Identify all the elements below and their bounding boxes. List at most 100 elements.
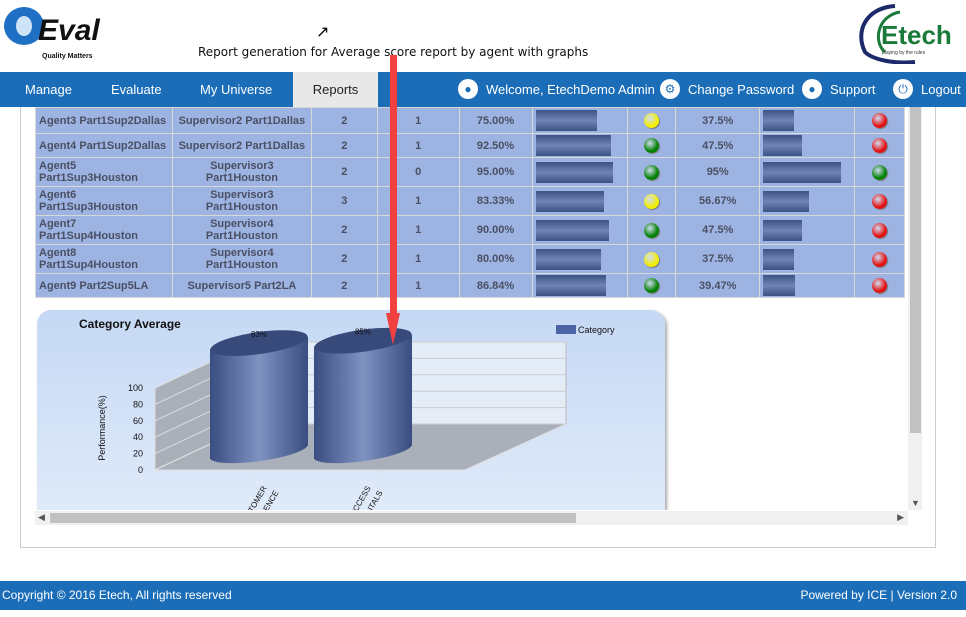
score-bar bbox=[535, 219, 610, 241]
nav-evaluate[interactable]: Evaluate bbox=[111, 72, 162, 107]
table-row: Agent9 Part2Sup5LA Supervisor5 Part2LA 2… bbox=[35, 273, 906, 298]
status-dot-red bbox=[871, 138, 887, 153]
agent-cell: Agent9 Part2Sup5LA bbox=[35, 273, 173, 298]
category-bar-cell bbox=[759, 157, 855, 187]
svg-text:playing by the rules: playing by the rules bbox=[882, 50, 926, 56]
score-status-cell bbox=[627, 244, 677, 274]
score-bar-cell bbox=[531, 107, 629, 134]
bar-cylinder bbox=[209, 337, 308, 464]
agent-score-table: Agent3 Part1Sup2Dallas Supervisor2 Part1… bbox=[35, 107, 906, 298]
category-bar-cell bbox=[759, 107, 855, 134]
category-bar-cell bbox=[759, 215, 855, 245]
supervisor-cell: Supervisor4 Part1Houston bbox=[171, 215, 312, 245]
score-bar bbox=[535, 161, 614, 183]
bar-cylinder bbox=[313, 334, 412, 464]
score-cell: 95.00% bbox=[458, 157, 533, 187]
support-icon: ● bbox=[802, 79, 822, 100]
score-cell: 75.00% bbox=[458, 107, 533, 134]
score-status-cell bbox=[627, 186, 677, 216]
count-cell: 3 bbox=[310, 186, 378, 216]
status-dot-green bbox=[644, 164, 660, 180]
power-icon: ⏻ bbox=[893, 79, 913, 100]
table-row: Agent6 Part1Sup3Houston Supervisor3 Part… bbox=[35, 186, 906, 216]
nav-manage[interactable]: Manage bbox=[25, 72, 72, 107]
y-tick-label: 20 bbox=[133, 449, 143, 459]
category-score-cell: 95% bbox=[675, 157, 761, 187]
category-status-cell bbox=[853, 157, 906, 187]
status-dot-red bbox=[871, 113, 887, 128]
category-bar-cell bbox=[759, 273, 855, 298]
welcome-user[interactable]: ● Welcome, EtechDemo Admin bbox=[458, 72, 655, 107]
category-bar-cell bbox=[759, 186, 855, 216]
scroll-right-arrow-icon[interactable]: ▶ bbox=[897, 512, 904, 523]
status-dot-green bbox=[644, 138, 660, 153]
main-nav: Manage Evaluate My Universe Reports ● Wel… bbox=[0, 72, 966, 107]
horizontal-scrollbar[interactable]: ◀ ▶ bbox=[35, 511, 908, 525]
agent-cell: Agent8 Part1Sup4Houston bbox=[35, 244, 173, 274]
supervisor-cell: Supervisor4 Part1Houston bbox=[171, 244, 312, 274]
category-status-cell bbox=[853, 186, 906, 216]
scroll-down-arrow-icon[interactable]: ▼ bbox=[911, 498, 920, 508]
report-scroll-area: Agent3 Part1Sup2Dallas Supervisor2 Part1… bbox=[35, 107, 908, 510]
score-bar bbox=[535, 110, 597, 131]
status-dot-red bbox=[871, 251, 887, 267]
category-bar bbox=[763, 135, 802, 156]
scroll-left-arrow-icon[interactable]: ◀ bbox=[38, 512, 45, 523]
chart-svg: 0 20 40 60 80 100 Performance(%) Category Avera… bbox=[79, 317, 615, 510]
score-cell: 90.00% bbox=[458, 215, 533, 245]
score-bar-cell bbox=[531, 186, 629, 216]
category-status-cell bbox=[853, 244, 906, 274]
status-dot-yellow bbox=[644, 251, 660, 267]
horizontal-scroll-thumb[interactable] bbox=[50, 513, 576, 523]
copyright: Copyright © 2016 Etech, All rights reser… bbox=[2, 588, 232, 602]
category-status-cell bbox=[853, 273, 906, 298]
agent-cell: Agent6 Part1Sup3Houston bbox=[35, 186, 173, 216]
vertical-scroll-thumb[interactable] bbox=[910, 107, 921, 433]
score-cell: 92.50% bbox=[458, 133, 533, 158]
supervisor-cell: Supervisor2 Part1Dallas bbox=[171, 133, 312, 158]
chart-title: Category Average bbox=[79, 317, 181, 331]
table-row: Agent7 Part1Sup4Houston Supervisor4 Part… bbox=[35, 215, 906, 245]
category-bar bbox=[763, 161, 841, 183]
user-icon: ● bbox=[458, 79, 478, 100]
supervisor-cell: Supervisor5 Part2LA bbox=[171, 273, 312, 298]
category-status-cell bbox=[853, 107, 906, 134]
count-cell: 2 bbox=[310, 133, 378, 158]
nav-reports[interactable]: Reports bbox=[293, 72, 378, 107]
score-bar-cell bbox=[531, 244, 629, 274]
score-bar-cell bbox=[531, 215, 629, 245]
footer: Copyright © 2016 Etech, All rights reser… bbox=[0, 581, 966, 610]
vertical-scrollbar[interactable]: ▼ bbox=[908, 107, 922, 510]
category-bar bbox=[763, 110, 794, 131]
svg-text:Etech: Etech bbox=[881, 20, 952, 50]
count-cell: 2 bbox=[310, 215, 378, 245]
category-bar bbox=[763, 219, 802, 241]
score-cell: 80.00% bbox=[458, 244, 533, 274]
status-dot-green bbox=[644, 222, 660, 238]
change-password-link[interactable]: ⚙ Change Password bbox=[660, 72, 794, 107]
score-status-cell bbox=[627, 133, 677, 158]
category-bar-cell bbox=[759, 133, 855, 158]
category-average-chart: 0 20 40 60 80 100 Performance(%) Category Avera… bbox=[37, 310, 665, 510]
supervisor-cell: Supervisor3 Part1Houston bbox=[171, 186, 312, 216]
supervisor-cell: Supervisor2 Part1Dallas bbox=[171, 107, 312, 134]
y-tick-label: 100 bbox=[128, 383, 143, 393]
support-label: Support bbox=[830, 82, 876, 97]
category-bar bbox=[763, 275, 796, 296]
support-link[interactable]: ● Support bbox=[802, 72, 876, 107]
status-dot-red bbox=[871, 193, 887, 209]
nav-my-universe[interactable]: My Universe bbox=[200, 72, 272, 107]
score-bar bbox=[535, 248, 601, 270]
red-arrow-annotation bbox=[386, 55, 400, 345]
score-bar bbox=[535, 275, 607, 296]
count-cell: 2 bbox=[310, 273, 378, 298]
score-bar-cell bbox=[531, 157, 629, 187]
y-axis-label: Performance(%) bbox=[97, 395, 107, 461]
logout-link[interactable]: ⏻ Logout bbox=[893, 72, 961, 107]
legend-label: Category bbox=[578, 325, 615, 335]
score-status-cell bbox=[627, 215, 677, 245]
category-bar bbox=[763, 190, 810, 212]
category-score-cell: 37.5% bbox=[675, 107, 761, 134]
gear-icon: ⚙ bbox=[660, 79, 680, 100]
status-dot-green bbox=[644, 278, 660, 293]
